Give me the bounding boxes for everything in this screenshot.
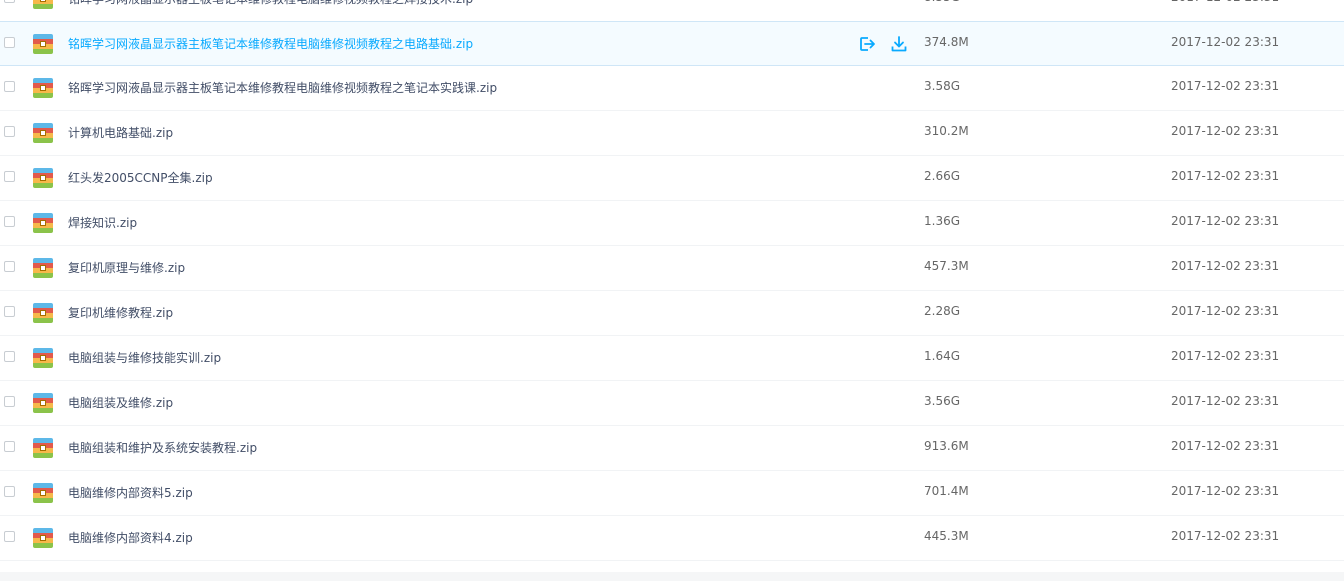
file-date: 2017-12-02 23:31 [1171, 169, 1280, 183]
file-size: 310.2M [924, 124, 969, 138]
file-size: 457.3M [924, 259, 969, 273]
bottom-scroll-area [0, 572, 1344, 581]
file-date: 2017-12-02 23:31 [1171, 484, 1280, 498]
file-date: 2017-12-02 23:31 [1171, 0, 1279, 4]
file-row[interactable]: 铭晖学习网液晶显示器主板笔记本维修教程电脑维修视频教程之焊接技术.zip 8.5… [0, 0, 1344, 22]
file-name[interactable]: 电脑维修内部资料4.zip [68, 529, 193, 546]
file-size: 1.36G [924, 214, 961, 228]
zip-file-icon [33, 123, 53, 143]
file-row[interactable]: 红头发2005CCNP全集.zip 2.66G 2017-12-02 23:31 [0, 156, 1344, 201]
file-date: 2017-12-02 23:31 [1171, 439, 1280, 453]
file-date: 2017-12-02 23:31 [1171, 349, 1280, 363]
file-size: 2.28G [924, 304, 961, 318]
file-list: 铭晖学习网液晶显示器主板笔记本维修教程电脑维修视频教程之焊接技术.zip 8.5… [0, 0, 1344, 561]
file-date: 2017-12-02 23:31 [1171, 394, 1280, 408]
file-name[interactable]: 铭晖学习网液晶显示器主板笔记本维修教程电脑维修视频教程之电路基础.zip [68, 35, 473, 52]
zip-file-icon [33, 168, 53, 188]
row-checkbox[interactable] [4, 396, 15, 407]
zip-file-icon [33, 483, 53, 503]
file-name[interactable]: 电脑维修内部资料5.zip [68, 484, 193, 501]
file-size: 913.6M [924, 439, 969, 453]
row-checkbox[interactable] [4, 0, 15, 3]
file-name[interactable]: 电脑组装和维护及系统安装教程.zip [68, 439, 257, 456]
zip-file-icon [33, 34, 53, 54]
file-name[interactable]: 焊接知识.zip [68, 214, 137, 231]
file-row[interactable]: 电脑组装和维护及系统安装教程.zip 913.6M 2017-12-02 23:… [0, 426, 1344, 471]
zip-file-icon [33, 528, 53, 548]
zip-file-icon [33, 303, 53, 323]
zip-file-icon [33, 348, 53, 368]
file-size: 3.58G [924, 79, 961, 93]
file-date: 2017-12-02 23:31 [1171, 529, 1280, 543]
file-name[interactable]: 电脑组装及维修.zip [68, 394, 173, 411]
file-row[interactable]: 电脑维修内部资料4.zip 445.3M 2017-12-02 23:31 [0, 516, 1344, 561]
file-name[interactable]: 复印机原理与维修.zip [68, 259, 185, 276]
zip-file-icon [33, 258, 53, 278]
file-date: 2017-12-02 23:31 [1171, 79, 1280, 93]
file-name[interactable]: 复印机维修教程.zip [68, 304, 173, 321]
row-checkbox[interactable] [4, 306, 15, 317]
file-row[interactable]: 电脑组装与维修技能实训.zip 1.64G 2017-12-02 23:31 [0, 336, 1344, 381]
row-actions [858, 35, 908, 53]
file-date: 2017-12-02 23:31 [1171, 214, 1280, 228]
row-checkbox[interactable] [4, 81, 15, 92]
file-row[interactable]: 焊接知识.zip 1.36G 2017-12-02 23:31 [0, 201, 1344, 246]
row-checkbox[interactable] [4, 126, 15, 137]
file-size: 8.55G [924, 0, 960, 4]
row-checkbox[interactable] [4, 486, 15, 497]
file-row[interactable]: 复印机原理与维修.zip 457.3M 2017-12-02 23:31 [0, 246, 1344, 291]
zip-file-icon [33, 438, 53, 458]
file-size: 445.3M [924, 529, 969, 543]
row-checkbox[interactable] [4, 261, 15, 272]
zip-file-icon [33, 213, 53, 233]
file-name[interactable]: 电脑组装与维修技能实训.zip [68, 349, 221, 366]
row-checkbox[interactable] [4, 37, 15, 48]
file-date: 2017-12-02 23:31 [1171, 304, 1280, 318]
file-row[interactable]: 电脑维修内部资料5.zip 701.4M 2017-12-02 23:31 [0, 471, 1344, 516]
file-date: 2017-12-02 23:31 [1171, 124, 1280, 138]
row-checkbox[interactable] [4, 351, 15, 362]
file-row[interactable]: 铭晖学习网液晶显示器主板笔记本维修教程电脑维修视频教程之电路基础.zip 374… [0, 21, 1344, 66]
file-name[interactable]: 红头发2005CCNP全集.zip [68, 169, 213, 186]
file-name[interactable]: 计算机电路基础.zip [68, 124, 173, 141]
row-checkbox[interactable] [4, 171, 15, 182]
download-icon[interactable] [890, 35, 908, 53]
file-size: 701.4M [924, 484, 969, 498]
file-row[interactable]: 复印机维修教程.zip 2.28G 2017-12-02 23:31 [0, 291, 1344, 336]
file-name[interactable]: 铭晖学习网液晶显示器主板笔记本维修教程电脑维修视频教程之焊接技术.zip [68, 0, 473, 7]
file-name[interactable]: 铭晖学习网液晶显示器主板笔记本维修教程电脑维修视频教程之笔记本实践课.zip [68, 79, 497, 96]
file-size: 2.66G [924, 169, 961, 183]
file-date: 2017-12-02 23:31 [1171, 259, 1280, 273]
file-row[interactable]: 电脑组装及维修.zip 3.56G 2017-12-02 23:31 [0, 381, 1344, 426]
row-checkbox[interactable] [4, 531, 15, 542]
file-row[interactable]: 铭晖学习网液晶显示器主板笔记本维修教程电脑维修视频教程之笔记本实践课.zip 3… [0, 66, 1344, 111]
zip-file-icon [33, 393, 53, 413]
file-row[interactable]: 计算机电路基础.zip 310.2M 2017-12-02 23:31 [0, 111, 1344, 156]
zip-file-icon [33, 78, 53, 98]
row-checkbox[interactable] [4, 441, 15, 452]
file-size: 374.8M [924, 35, 969, 49]
file-date: 2017-12-02 23:31 [1171, 35, 1280, 49]
share-icon[interactable] [858, 35, 876, 53]
file-size: 1.64G [924, 349, 961, 363]
file-size: 3.56G [924, 394, 961, 408]
row-checkbox[interactable] [4, 216, 15, 227]
zip-file-icon [33, 0, 53, 9]
